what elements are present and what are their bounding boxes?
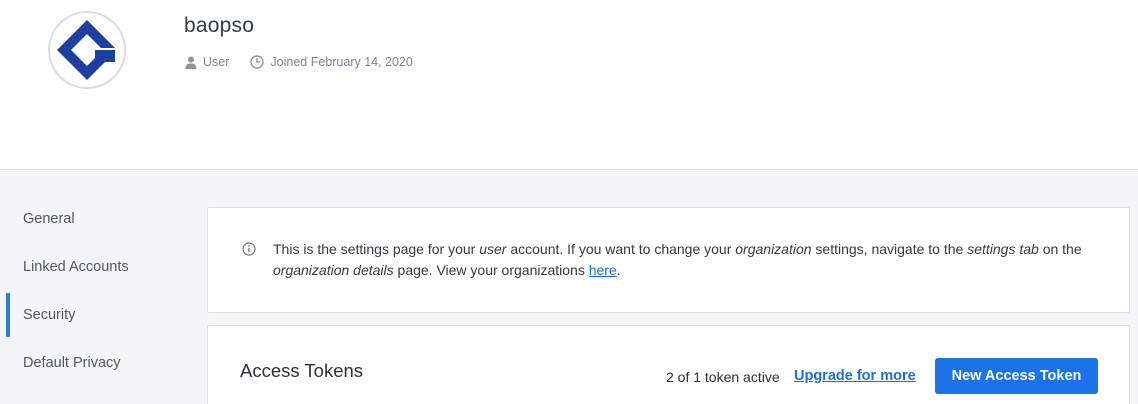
settings-info-notice: This is the settings page for your user … <box>207 207 1130 313</box>
access-tokens-card: Access Tokens 2 of 1 token active Upgrad… <box>207 325 1130 404</box>
clock-icon <box>250 55 265 69</box>
sidebar-item-label: General <box>23 211 75 227</box>
profile-header: baopso User Joined February 14, 2020 <box>0 0 1138 170</box>
joined-item: Joined February 14, 2020 <box>250 55 413 69</box>
new-access-token-button[interactable]: New Access Token <box>935 358 1098 394</box>
info-text-part: account. If you want to change your <box>506 241 736 257</box>
sidebar-item-general[interactable]: General <box>0 195 190 243</box>
sidebar-item-default-privacy[interactable]: Default Privacy <box>0 339 190 387</box>
info-text-emphasis: organization details <box>273 262 394 278</box>
info-text-part: . <box>616 262 621 278</box>
info-text-part: page. View your organizations <box>393 262 589 278</box>
sidebar-item-label: Default Privacy <box>23 355 121 371</box>
info-text-part: This is the settings page for your <box>273 241 480 257</box>
username: baopso <box>184 14 255 37</box>
profile-meta: User Joined February 14, 2020 <box>185 55 434 69</box>
sidebar-item-label: Security <box>23 307 76 323</box>
info-text-emphasis: settings tab <box>967 241 1039 257</box>
info-text-emphasis: organization <box>735 241 812 257</box>
role-label: User <box>203 55 230 69</box>
info-text-part: settings, navigate to the <box>811 241 968 257</box>
section-title: Access Tokens <box>240 360 364 381</box>
settings-sidebar: General Linked Accounts Security Default… <box>0 195 190 387</box>
info-icon <box>242 242 256 256</box>
upgrade-link[interactable]: Upgrade for more <box>794 368 916 384</box>
info-text-part: on the <box>1038 241 1082 257</box>
info-text: This is the settings page for your user … <box>273 239 1103 281</box>
info-text-emphasis: user <box>479 241 507 257</box>
sidebar-item-security[interactable]: Security <box>0 291 190 339</box>
sidebar-item-label: Linked Accounts <box>23 259 129 275</box>
user-icon <box>185 56 197 69</box>
joined-date: Joined February 14, 2020 <box>270 55 413 69</box>
organizations-link[interactable]: here <box>589 262 617 278</box>
token-count: 2 of 1 token active <box>666 369 780 385</box>
avatar <box>48 11 126 89</box>
sidebar-item-linked-accounts[interactable]: Linked Accounts <box>0 243 190 291</box>
settings-content: General Linked Accounts Security Default… <box>0 171 1138 404</box>
role-item: User <box>185 55 229 69</box>
org-logo-icon <box>57 20 115 80</box>
